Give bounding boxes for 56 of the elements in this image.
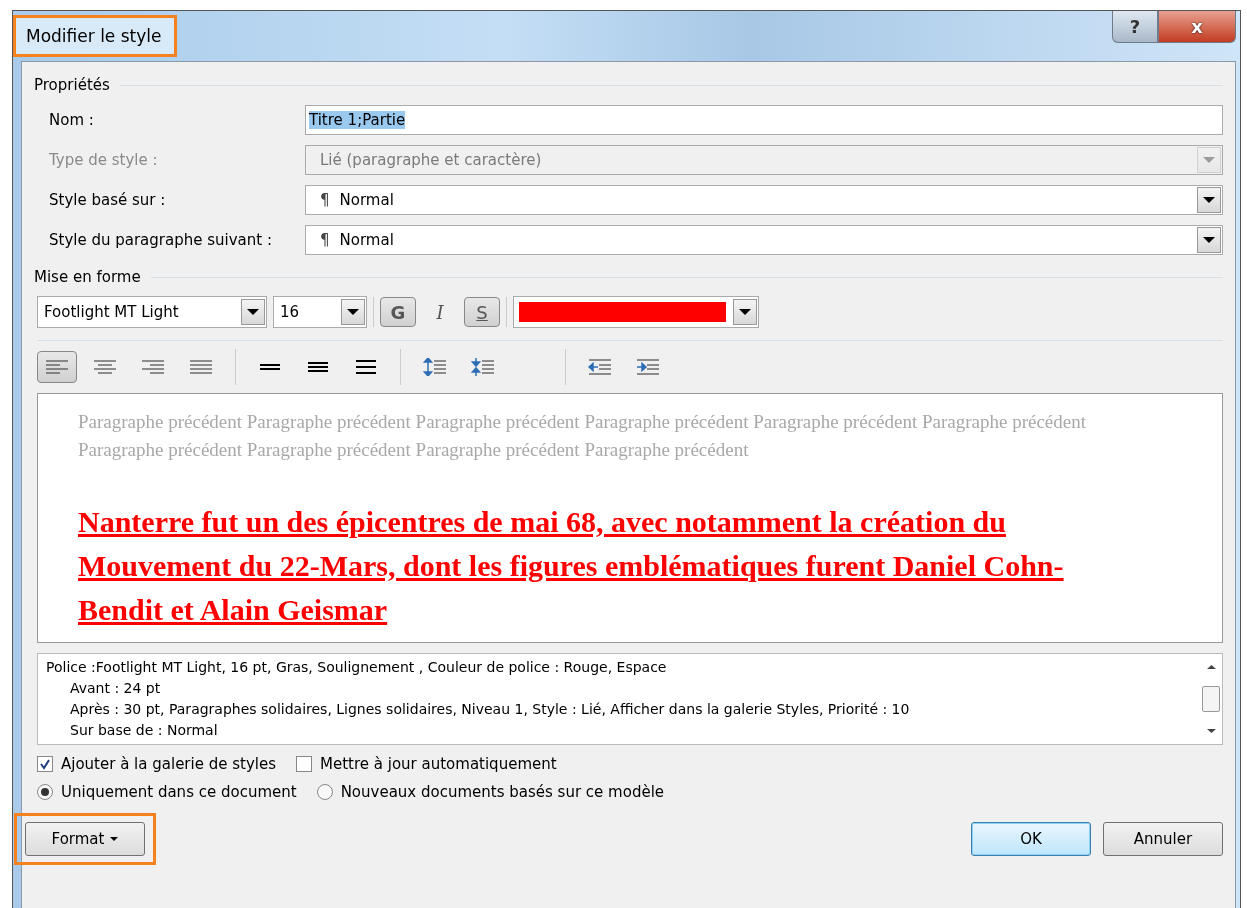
spacing-medium-icon [306, 362, 330, 372]
caret-icon [110, 836, 119, 842]
previous-paragraph-text: Paragraphe précédent Paragraphe précédent Paragraphe précédent Paragraphe précédent Paragraphe précédent Paragraphe précédent Paragraphe précédent Paragraphe précédent Paragraphe précédent Paragraphe précédent [78, 410, 1087, 462]
radio-button[interactable] [316, 784, 333, 800]
checkbox-label: Ajouter à la galerie de styles [61, 755, 276, 773]
field-value: Normal [339, 191, 395, 209]
spacing-double-icon [354, 360, 378, 374]
justify-icon [189, 358, 213, 376]
dropdown-field[interactable]: ¶ Normal [305, 225, 1223, 255]
space-decrease-icon [471, 358, 495, 376]
field-value: 16 [279, 303, 301, 321]
window-title: Modifier le style [13, 15, 177, 57]
bold-button[interactable]: G [380, 297, 416, 327]
align-left-button[interactable] [37, 351, 77, 383]
field-label: Nom : [48, 111, 95, 129]
spacing-single-icon [258, 364, 282, 370]
paragraph-mark: ¶ [320, 231, 330, 249]
cancel-button[interactable]: Annuler [1103, 822, 1223, 856]
name-field[interactable]: Titre 1;Partie [305, 105, 1223, 135]
indent-decrease-icon [588, 358, 612, 376]
radio-label: Uniquement dans ce document [61, 783, 297, 801]
align-center-icon [93, 358, 117, 376]
field-value: Footlight MT Light [43, 303, 180, 321]
description-line: Police :Footlight MT Light, 16 pt, Gras, Soulignement , Couleur de police : Rouge, Espace [46, 658, 668, 677]
format-button[interactable]: Format [25, 822, 145, 856]
close-button[interactable]: x [1158, 11, 1236, 43]
checkbox[interactable] [37, 756, 53, 772]
font-dropdown[interactable]: Footlight MT Light [37, 296, 267, 328]
group-heading: Propriétés [34, 76, 110, 94]
checkbox-label: Mettre à jour automatiquement [320, 755, 557, 773]
align-right-icon [141, 358, 165, 376]
color-dropdown[interactable] [513, 296, 759, 328]
description-line: Après : 30 pt, Paragraphes solidaires, Lignes solidaires, Niveau 1, Style : Lié, Afficher dans la galerie Styles, Priorité : 10 [69, 700, 911, 719]
size-dropdown[interactable]: 16 [273, 296, 367, 328]
sample-text: Nanterre fut un des épicentres de mai 68, avec notamment la création du Mouvement du 22-Mars, dont les figures emblématiques furent Daniel Cohn-Bendit et Alain Geismar [78, 504, 1065, 628]
radio-button[interactable] [37, 784, 53, 800]
ok-button[interactable]: OK [971, 822, 1091, 856]
field-label: Style du paragraphe suivant : [48, 231, 273, 249]
field-label: Type de style : [48, 151, 159, 169]
align-left-icon [45, 358, 69, 376]
help-button[interactable]: ? [1112, 11, 1158, 43]
indent-increase-icon [636, 358, 660, 376]
checkbox[interactable] [296, 756, 312, 772]
space-increase-icon [423, 358, 447, 376]
group-heading: Mise en forme [34, 268, 141, 286]
field-label: Style basé sur : [48, 191, 167, 209]
radio-label: Nouveaux documents basés sur ce modèle [340, 783, 665, 801]
italic-button[interactable]: I [422, 297, 458, 327]
dropdown-field[interactable]: ¶ Normal [305, 185, 1223, 215]
field-value: Titre 1;Partie [309, 111, 406, 129]
description-line: Sur base de : Normal [69, 721, 219, 740]
field-value: Normal [339, 231, 395, 249]
field-value: Lié (paragraphe et caractère) [320, 151, 543, 169]
underline-button[interactable]: S [464, 297, 500, 327]
description-line: Avant : 24 pt [69, 679, 162, 698]
paragraph-mark: ¶ [320, 191, 330, 209]
